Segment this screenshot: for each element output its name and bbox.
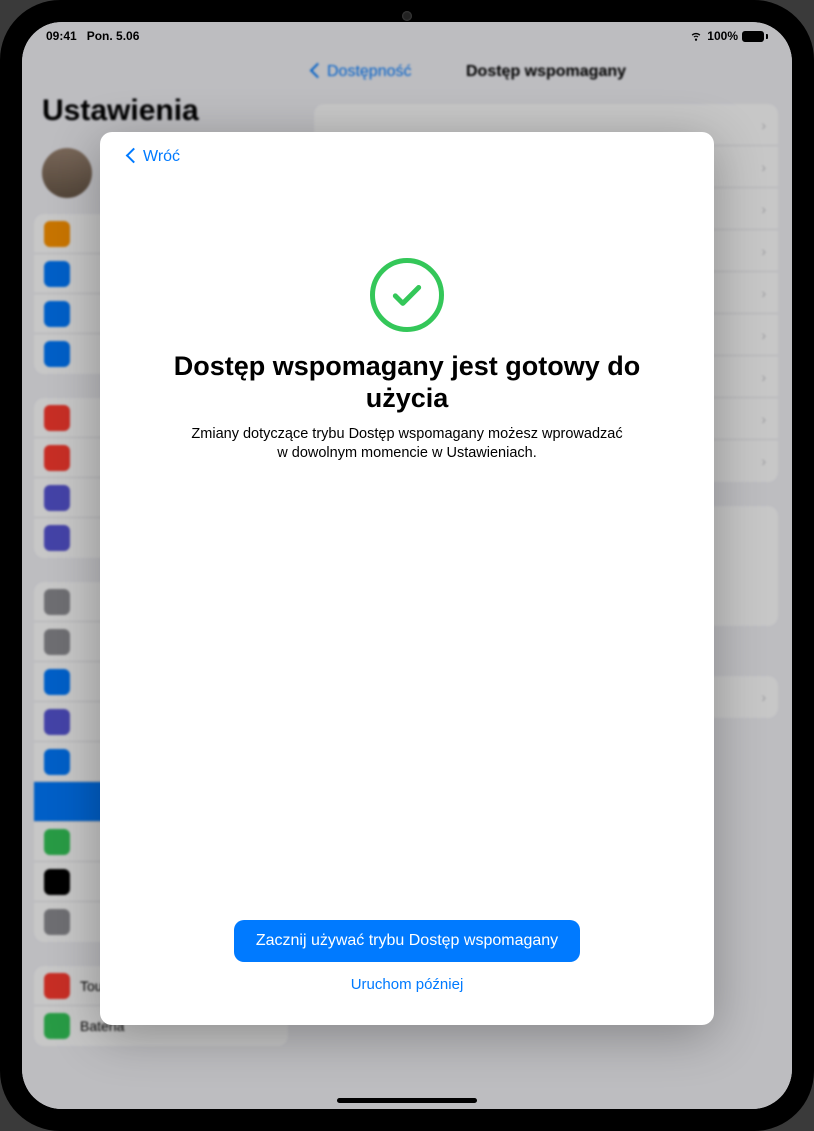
chevron-left-icon [128, 148, 141, 166]
run-later-button[interactable]: Uruchom później [351, 976, 464, 993]
sheet-title: Dostęp wspomagany jest gotowy do użycia [167, 350, 647, 415]
assistive-access-ready-sheet: Wróć Dostęp wspomagany jest gotowy do uż… [100, 132, 714, 1025]
screen: 09:41 Pon. 5.06 100% Ustawienia Touch ID… [22, 22, 792, 1109]
sheet-back-label: Wróć [143, 148, 180, 166]
ipad-frame: 09:41 Pon. 5.06 100% Ustawienia Touch ID… [0, 0, 814, 1131]
start-using-button[interactable]: Zacznij używać trybu Dostęp wspomagany [234, 920, 580, 962]
sheet-back-button[interactable]: Wróć [128, 144, 180, 170]
front-camera [402, 11, 412, 21]
checkmark-circle-icon [370, 258, 444, 332]
sheet-body: Dostęp wspomagany jest gotowy do użycia … [128, 170, 686, 920]
home-indicator[interactable] [337, 1098, 477, 1103]
sheet-buttons: Zacznij używać trybu Dostęp wspomagany U… [128, 920, 686, 1001]
sheet-subtitle: Zmiany dotyczące trybu Dostęp wspomagany… [187, 425, 627, 464]
